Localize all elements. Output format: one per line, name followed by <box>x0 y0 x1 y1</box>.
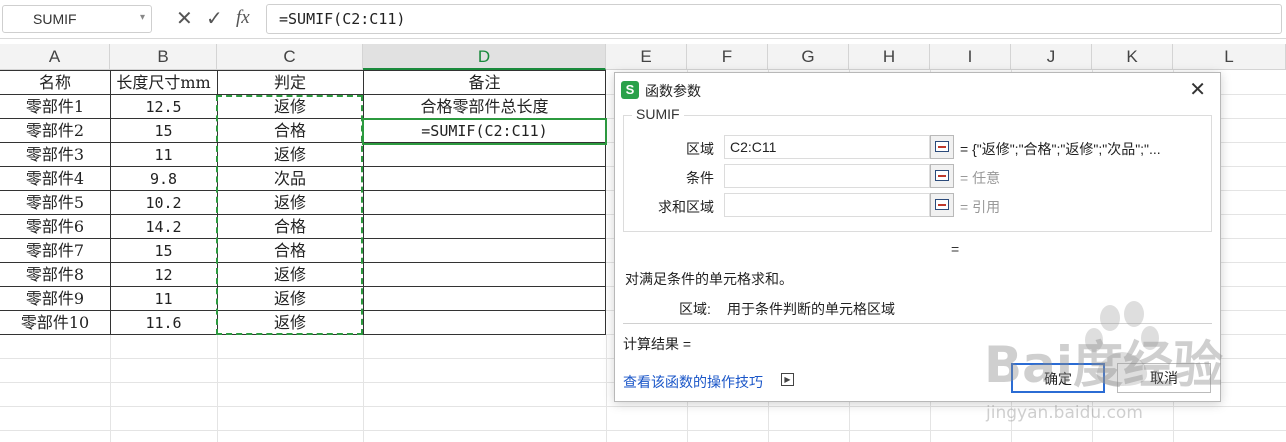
table-cell[interactable]: 9.8 <box>110 167 217 191</box>
header-cell-remark[interactable]: 备注 <box>363 71 606 95</box>
table-cell[interactable]: 零部件4 <box>0 167 110 191</box>
confirm-formula-icon[interactable]: ✓ <box>206 6 223 30</box>
cancel-button[interactable]: 取消 <box>1117 363 1211 393</box>
range-selection-marquee <box>216 95 363 335</box>
dialog-title: 函数参数 <box>645 83 701 99</box>
ok-button[interactable]: 确定 <box>1011 363 1105 393</box>
column-header-k[interactable]: K <box>1092 44 1173 70</box>
sum-range-input[interactable] <box>724 193 930 217</box>
arg-label-criteria: 条件 <box>686 170 714 186</box>
column-header-i[interactable]: I <box>930 44 1011 70</box>
column-header-c[interactable]: C <box>217 44 363 70</box>
formula-result-equals: = <box>951 241 960 257</box>
gridline <box>0 406 1286 407</box>
gridline <box>363 335 364 442</box>
range-input[interactable]: C2:C11 <box>724 135 930 159</box>
column-header-h[interactable]: H <box>849 44 930 70</box>
gridline <box>606 335 607 442</box>
table-cell[interactable]: 12.5 <box>110 95 217 119</box>
table-cell[interactable]: 11 <box>110 143 217 167</box>
table-cell[interactable]: 11 <box>110 287 217 311</box>
table-cell[interactable]: 14.2 <box>110 215 217 239</box>
table-cell[interactable]: 15 <box>110 239 217 263</box>
divider <box>623 323 1212 324</box>
arg-result-range: = {"返修";"合格";"返修";"次品";"... <box>960 141 1161 157</box>
criteria-picker-button[interactable] <box>930 164 954 188</box>
column-header-a[interactable]: A <box>0 44 110 70</box>
table-cell[interactable]: 12 <box>110 263 217 287</box>
collapse-dialog-icon <box>935 170 949 181</box>
sum-range-picker-button[interactable] <box>930 193 954 217</box>
table-cell[interactable]: 11.6 <box>110 311 217 335</box>
active-cell-border <box>362 118 607 145</box>
table-cell[interactable]: 零部件6 <box>0 215 110 239</box>
play-video-icon[interactable]: ▶ <box>781 373 794 386</box>
arguments-group: SUMIF 区域 C2:C11 = {"返修";"合格";"返修";"次品";"… <box>623 106 1212 232</box>
header-cell-name[interactable]: 名称 <box>0 71 110 95</box>
collapse-dialog-icon <box>935 141 949 152</box>
formula-bar: SUMIF ▾ ✕ ✓ fx =SUMIF(C2:C11) <box>0 0 1286 39</box>
column-header-j[interactable]: J <box>1011 44 1092 70</box>
column-header-d[interactable]: D <box>363 44 606 70</box>
close-icon[interactable]: ✕ <box>1189 77 1206 102</box>
table-cell[interactable]: 零部件7 <box>0 239 110 263</box>
formula-input[interactable]: =SUMIF(C2:C11) <box>266 4 1282 34</box>
name-box-value: SUMIF <box>33 11 77 27</box>
calc-result: 计算结果 = <box>623 336 692 352</box>
function-arguments-dialog: S 函数参数 ✕ SUMIF 区域 C2:C11 = {"返修";"合格";"返… <box>614 72 1221 402</box>
table-cell[interactable]: 零部件3 <box>0 143 110 167</box>
gridline <box>0 430 1286 431</box>
arg-description-text: 用于条件判断的单元格区域 <box>727 301 895 317</box>
table-cell[interactable]: 零部件1 <box>0 95 110 119</box>
column-header-l[interactable]: L <box>1173 44 1286 70</box>
gridline <box>110 335 111 442</box>
app-logo-icon: S <box>621 81 639 99</box>
function-help-link[interactable]: 查看该函数的操作技巧 <box>623 372 763 392</box>
arg-result-sum-range: = 引用 <box>960 199 1001 215</box>
table-cell[interactable]: 零部件10 <box>0 311 110 335</box>
function-description: 对满足条件的单元格求和。 <box>625 271 793 287</box>
arg-label-range: 区域 <box>686 141 714 157</box>
formula-text: =SUMIF(C2:C11) <box>279 10 406 28</box>
header-cell-length[interactable]: 长度尺寸mm <box>110 71 217 95</box>
name-box[interactable]: SUMIF ▾ <box>2 5 152 33</box>
table-cell[interactable]: 合格零部件总长度 <box>363 95 606 119</box>
table-cell[interactable]: 零部件2 <box>0 119 110 143</box>
column-header-f[interactable]: F <box>687 44 768 70</box>
table-cell[interactable]: 零部件5 <box>0 191 110 215</box>
criteria-input[interactable] <box>724 164 930 188</box>
insert-function-icon[interactable]: fx <box>236 7 250 29</box>
header-cell-judgement[interactable]: 判定 <box>217 71 363 95</box>
function-name: SUMIF <box>632 106 684 122</box>
table-cell[interactable]: 15 <box>110 119 217 143</box>
arg-label-sum-range: 求和区域 <box>658 199 714 215</box>
column-header-e[interactable]: E <box>606 44 687 70</box>
arg-result-criteria: = 任意 <box>960 170 1001 186</box>
cancel-formula-icon[interactable]: ✕ <box>176 6 193 30</box>
table-cell[interactable]: 10.2 <box>110 191 217 215</box>
column-header-b[interactable]: B <box>110 44 217 70</box>
table-cell[interactable]: 零部件8 <box>0 263 110 287</box>
gridline <box>217 335 218 442</box>
range-picker-button[interactable] <box>930 135 954 159</box>
chevron-down-icon[interactable]: ▾ <box>140 12 145 23</box>
arg-description-label: 区域: <box>679 301 711 317</box>
collapse-dialog-icon <box>935 199 949 210</box>
table-cell[interactable]: 零部件9 <box>0 287 110 311</box>
column-header-g[interactable]: G <box>768 44 849 70</box>
